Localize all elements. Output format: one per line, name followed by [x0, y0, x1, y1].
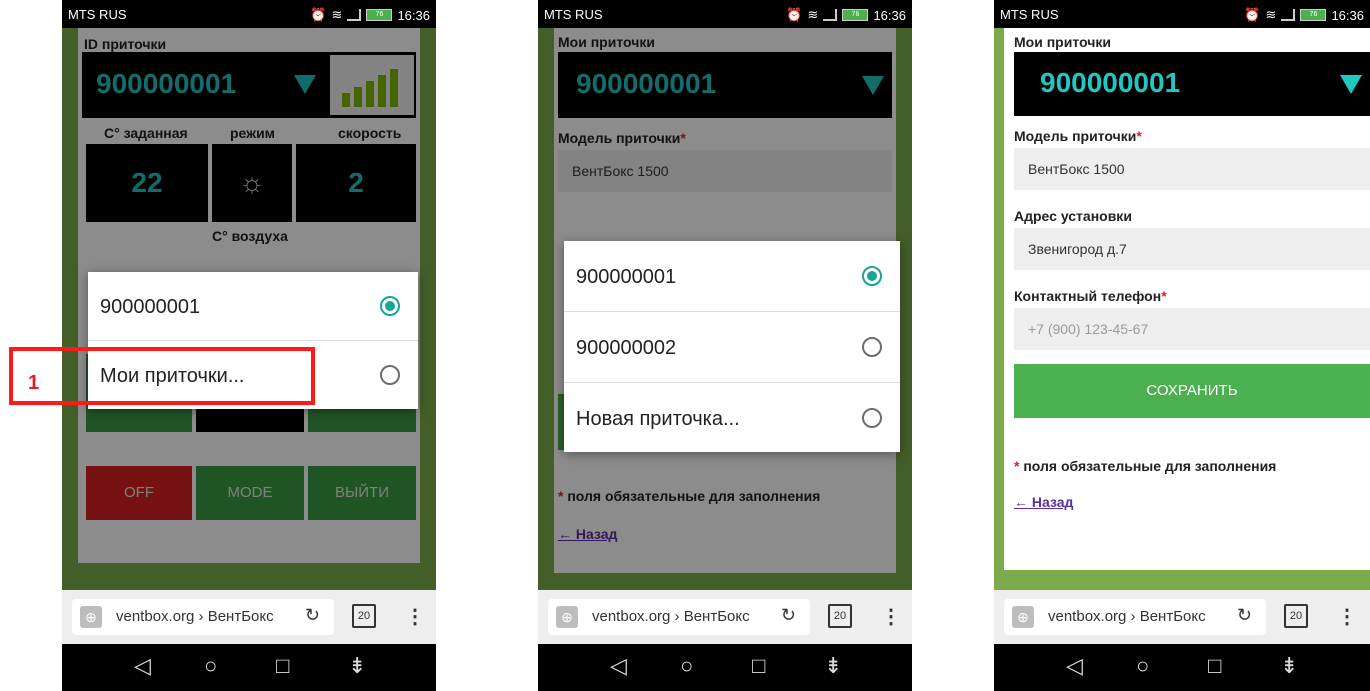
id-value: 900000001 [1040, 67, 1181, 98]
home-nav-icon[interactable]: ○ [1136, 653, 1149, 679]
units-picker-dialog: 900000001 900000002 Новая приточка... [564, 241, 900, 452]
id-select[interactable]: 900000001 [1014, 52, 1370, 116]
alarm-icon: ⏰ [786, 7, 803, 22]
android-nav-bar: ◁ ○ □ ⇟ [62, 644, 436, 691]
dialog-option-new-unit[interactable]: Новая приточка... [564, 383, 900, 453]
url-text: ventbox.org › ВентБокс [1048, 608, 1206, 625]
signal-icon [1281, 9, 1296, 21]
browser-url-bar: ⊕ ventbox.org › ВентБокс ↻ 20 ⋮ [538, 590, 912, 644]
address-field[interactable]: Звенигород д.7 [1014, 228, 1370, 270]
phone-field[interactable]: +7 (900) 123-45-67 [1014, 308, 1370, 350]
android-nav-bar: ◁ ○ □ ⇟ [994, 644, 1370, 691]
carrier-name: MTS RUS [544, 7, 603, 22]
notifications-nav-icon[interactable]: ⇟ [1280, 653, 1298, 679]
dropdown-arrow-icon [1340, 75, 1362, 94]
tabs-count-button[interactable]: 20 [352, 604, 376, 628]
status-bar: MTS RUS ⏰ ≋ 76 16:36 [62, 0, 436, 28]
url-field[interactable]: ⊕ ventbox.org › ВентБокс ↻ [548, 599, 810, 635]
reload-icon[interactable]: ↻ [1237, 605, 1252, 626]
wifi-icon: ≋ [331, 7, 343, 22]
recents-nav-icon[interactable]: □ [752, 653, 765, 679]
reload-icon[interactable]: ↻ [781, 605, 796, 626]
recents-nav-icon[interactable]: □ [276, 653, 289, 679]
signal-icon [347, 9, 362, 21]
battery-icon: 76 [842, 9, 869, 21]
radio-icon[interactable] [862, 408, 882, 428]
dialog-option-1[interactable]: 900000001 [88, 272, 418, 341]
notifications-nav-icon[interactable]: ⇟ [824, 653, 842, 679]
phone-label: Контактный телефон* [1014, 288, 1167, 304]
menu-icon[interactable]: ⋮ [405, 604, 425, 629]
clock: 16:36 [873, 7, 906, 23]
page-title: Мои приточки [1014, 34, 1111, 50]
phone-screen-3: MTS RUS ⏰ ≋ 76 16:36 Мои приточки 900000… [994, 0, 1370, 691]
notifications-nav-icon[interactable]: ⇟ [348, 653, 366, 679]
browser-url-bar: ⊕ ventbox.org › ВентБокс ↻ 20 ⋮ [994, 590, 1370, 644]
radio-selected-icon[interactable] [380, 296, 400, 316]
carrier-name: MTS RUS [68, 7, 127, 22]
units-form-card: Мои приточки 900000001 Модель приточки* … [1004, 28, 1370, 570]
recents-nav-icon[interactable]: □ [1208, 653, 1221, 679]
annotation-number: 1 [28, 372, 40, 394]
alarm-icon: ⏰ [1244, 7, 1261, 22]
tabs-count-button[interactable]: 20 [828, 604, 852, 628]
back-nav-icon[interactable]: ◁ [134, 653, 151, 679]
clock: 16:36 [397, 7, 430, 23]
globe-icon: ⊕ [80, 606, 102, 628]
home-nav-icon[interactable]: ○ [204, 653, 217, 679]
back-link[interactable]: ← Назад [1014, 494, 1073, 510]
wifi-icon: ≋ [807, 7, 819, 22]
signal-icon [823, 9, 838, 21]
back-nav-icon[interactable]: ◁ [1066, 653, 1083, 679]
battery-icon: 76 [1300, 9, 1327, 21]
url-text: ventbox.org › ВентБокс [592, 608, 750, 625]
battery-icon: 76 [366, 9, 393, 21]
home-nav-icon[interactable]: ○ [680, 653, 693, 679]
globe-icon: ⊕ [556, 606, 578, 628]
browser-url-bar: ⊕ ventbox.org › ВентБокс ↻ 20 ⋮ [62, 590, 436, 644]
url-field[interactable]: ⊕ ventbox.org › ВентБокс ↻ [72, 599, 334, 635]
menu-icon[interactable]: ⋮ [881, 604, 901, 629]
app-area: Мои приточки 900000001 Модель приточки* … [994, 28, 1370, 590]
dialog-option-1[interactable]: 900000001 [564, 241, 900, 312]
url-field[interactable]: ⊕ ventbox.org › ВентБокс ↻ [1004, 599, 1266, 635]
radio-icon[interactable] [380, 365, 400, 385]
globe-icon: ⊕ [1012, 606, 1034, 628]
android-nav-bar: ◁ ○ □ ⇟ [538, 644, 912, 691]
reload-icon[interactable]: ↻ [305, 605, 320, 626]
phone-screen-1: MTS RUS ⏰ ≋ 76 16:36 ID приточки 9000000… [62, 0, 436, 691]
dialog-option-2[interactable]: 900000002 [564, 312, 900, 383]
model-label: Модель приточки* [1014, 128, 1142, 144]
carrier-name: MTS RUS [1000, 7, 1059, 22]
wifi-icon: ≋ [1265, 7, 1277, 22]
clock: 16:36 [1331, 7, 1364, 23]
phone-screen-2: MTS RUS ⏰ ≋ 76 16:36 Мои приточки 900000… [538, 0, 912, 691]
save-button[interactable]: СОХРАНИТЬ [1014, 364, 1370, 418]
alarm-icon: ⏰ [310, 7, 327, 22]
status-bar: MTS RUS ⏰ ≋ 76 16:36 [994, 0, 1370, 28]
radio-selected-icon[interactable] [862, 266, 882, 286]
back-nav-icon[interactable]: ◁ [610, 653, 627, 679]
url-text: ventbox.org › ВентБокс [116, 608, 274, 625]
tabs-count-button[interactable]: 20 [1284, 604, 1308, 628]
address-label: Адрес установки [1014, 208, 1132, 224]
required-note: * поля обязательные для заполнения [1014, 458, 1277, 474]
status-bar: MTS RUS ⏰ ≋ 76 16:36 [538, 0, 912, 28]
radio-icon[interactable] [862, 337, 882, 357]
model-field[interactable]: ВентБокс 1500 [1014, 148, 1370, 190]
annotation-highlight-box [9, 347, 315, 405]
menu-icon[interactable]: ⋮ [1337, 604, 1357, 629]
